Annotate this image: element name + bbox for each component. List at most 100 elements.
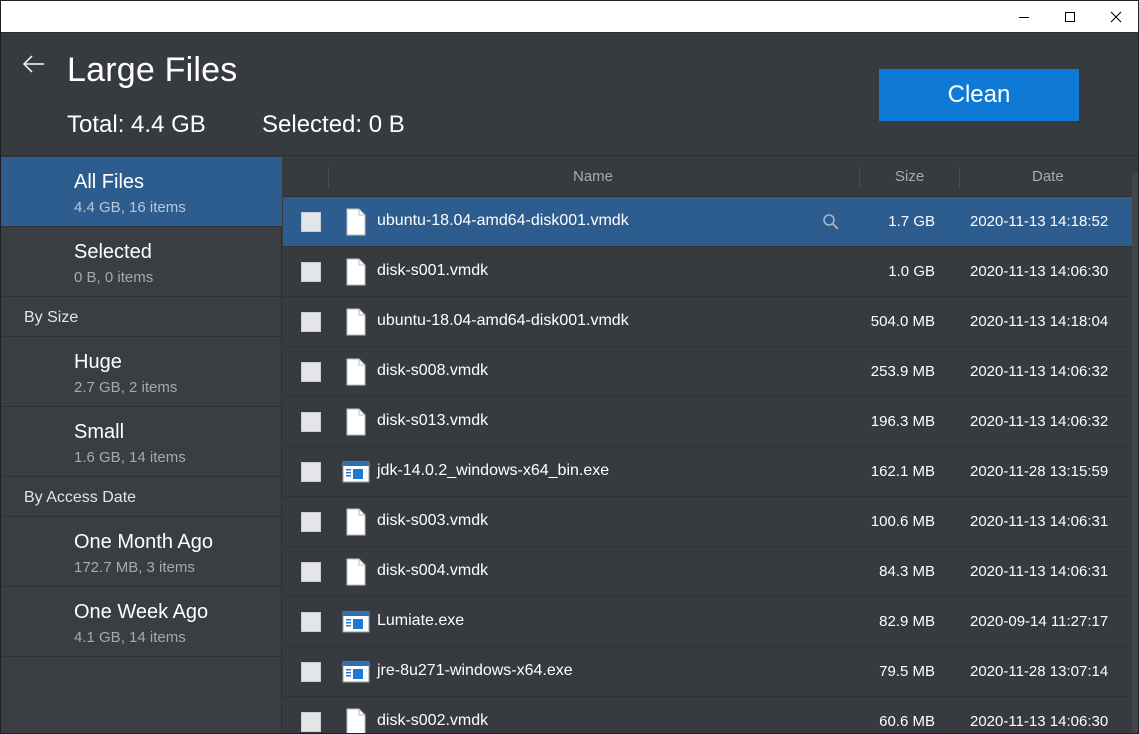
file-row[interactable]: disk-s001.vmdk 1.0 GB 2020-11-13 14:06:3… — [283, 247, 1138, 297]
sidebar-group-by-size: By Size — [1, 297, 282, 337]
back-arrow-icon — [22, 55, 44, 73]
sidebar-group-label: By Size — [24, 309, 79, 326]
selected-label: Selected: — [262, 111, 363, 138]
file-date: 2020-11-13 14:18:04 — [970, 313, 1109, 330]
title-bar — [1, 1, 1138, 33]
file-row[interactable]: disk-s004.vmdk 84.3 MB 2020-11-13 14:06:… — [283, 547, 1138, 597]
file-date: 2020-11-13 14:06:31 — [970, 563, 1109, 580]
row-checkbox[interactable] — [301, 562, 321, 582]
document-icon — [342, 358, 370, 386]
document-icon — [342, 258, 370, 286]
row-checkbox[interactable] — [301, 412, 321, 432]
file-row[interactable]: ubuntu-18.04-amd64-disk001.vmdk 1.7 GB 2… — [283, 197, 1138, 247]
file-name: Lumiate.exe — [377, 612, 465, 629]
file-list-header: Name Size Date — [283, 157, 1138, 197]
page-title: Large Files — [67, 51, 238, 89]
sidebar-item-one-week-ago[interactable]: One Week Ago 4.1 GB, 14 items — [1, 587, 282, 657]
file-date: 2020-11-13 14:06:31 — [970, 513, 1109, 530]
file-row[interactable]: jdk-14.0.2_windows-x64_bin.exe 162.1 MB … — [283, 447, 1138, 497]
file-row[interactable]: ubuntu-18.04-amd64-disk001.vmdk 504.0 MB… — [283, 297, 1138, 347]
document-icon — [342, 558, 370, 586]
file-row[interactable]: disk-s008.vmdk 253.9 MB 2020-11-13 14:06… — [283, 347, 1138, 397]
file-size: 84.3 MB — [879, 563, 935, 580]
selected-size-stat: Selected: 0 B — [262, 111, 405, 139]
file-date: 2020-11-13 14:06:30 — [970, 713, 1109, 730]
search-icon[interactable] — [822, 213, 840, 231]
document-icon — [342, 708, 370, 733]
sidebar-item-label: Small — [74, 421, 125, 443]
app-window: Large Files Total: 4.4 GB Selected: 0 B … — [0, 0, 1139, 734]
sidebar-group-label: By Access Date — [24, 489, 137, 506]
file-size: 79.5 MB — [879, 663, 935, 680]
executable-icon — [342, 658, 370, 686]
sidebar-item-summary: 1.6 GB, 14 items — [74, 449, 186, 466]
close-button[interactable] — [1093, 1, 1138, 33]
total-size-stat: Total: 4.4 GB — [67, 111, 206, 139]
sidebar-item-selected[interactable]: Selected 0 B, 0 items — [1, 227, 282, 297]
file-size: 253.9 MB — [870, 363, 935, 380]
column-header-size[interactable]: Size — [895, 168, 924, 185]
file-size: 1.7 GB — [888, 213, 935, 230]
file-row[interactable]: disk-s002.vmdk 60.6 MB 2020-11-13 14:06:… — [283, 697, 1138, 733]
column-divider[interactable] — [959, 167, 960, 189]
file-row[interactable]: jre-8u271-windows-x64.exe 79.5 MB 2020-1… — [283, 647, 1138, 697]
file-name: disk-s002.vmdk — [377, 712, 489, 729]
maximize-button[interactable] — [1047, 1, 1093, 33]
file-name: ubuntu-18.04-amd64-disk001.vmdk — [377, 312, 629, 329]
file-size: 504.0 MB — [870, 313, 935, 330]
document-icon — [342, 408, 370, 436]
sidebar-item-label: Huge — [74, 351, 122, 373]
row-checkbox[interactable] — [301, 612, 321, 632]
sidebar-item-huge[interactable]: Huge 2.7 GB, 2 items — [1, 337, 282, 407]
file-date: 2020-11-13 14:06:32 — [970, 413, 1109, 430]
file-size: 1.0 GB — [888, 263, 935, 280]
sidebar: All Files 4.4 GB, 16 items Selected 0 B,… — [1, 157, 282, 733]
back-button[interactable] — [19, 49, 49, 79]
sidebar-item-label: All Files — [74, 171, 145, 193]
row-checkbox[interactable] — [301, 212, 321, 232]
minimize-icon — [1019, 17, 1029, 18]
sidebar-group-by-access-date: By Access Date — [1, 477, 282, 517]
sidebar-item-summary: 2.7 GB, 2 items — [74, 379, 178, 396]
column-header-date[interactable]: Date — [1032, 168, 1064, 185]
sidebar-item-all-files[interactable]: All Files 4.4 GB, 16 items — [1, 157, 282, 227]
sidebar-item-summary: 0 B, 0 items — [74, 269, 154, 286]
vertical-scrollbar[interactable] — [1132, 173, 1138, 733]
file-date: 2020-11-28 13:07:14 — [970, 663, 1109, 680]
column-header-name[interactable]: Name — [573, 168, 613, 185]
document-icon — [342, 508, 370, 536]
total-label: Total: — [67, 111, 125, 138]
file-row[interactable]: disk-s003.vmdk 100.6 MB 2020-11-13 14:06… — [283, 497, 1138, 547]
document-icon — [342, 308, 370, 336]
row-checkbox[interactable] — [301, 362, 321, 382]
row-checkbox[interactable] — [301, 512, 321, 532]
sidebar-item-small[interactable]: Small 1.6 GB, 14 items — [1, 407, 282, 477]
clean-button[interactable]: Clean — [879, 69, 1079, 121]
sidebar-item-label: One Week Ago — [74, 601, 209, 623]
file-name: jdk-14.0.2_windows-x64_bin.exe — [377, 462, 610, 479]
minimize-button[interactable] — [1001, 1, 1047, 33]
file-size: 196.3 MB — [870, 413, 935, 430]
sidebar-item-summary: 4.1 GB, 14 items — [74, 629, 186, 646]
file-row[interactable]: disk-s013.vmdk 196.3 MB 2020-11-13 14:06… — [283, 397, 1138, 447]
close-icon — [1110, 11, 1122, 23]
selected-value: 0 B — [368, 111, 405, 138]
row-checkbox[interactable] — [301, 262, 321, 282]
row-checkbox[interactable] — [301, 312, 321, 332]
sidebar-item-one-month-ago[interactable]: One Month Ago 172.7 MB, 3 items — [1, 517, 282, 587]
file-row[interactable]: Lumiate.exe 82.9 MB 2020-09-14 11:27:17 — [283, 597, 1138, 647]
executable-icon — [342, 608, 370, 636]
executable-icon — [342, 458, 370, 486]
sidebar-item-label: One Month Ago — [74, 531, 213, 553]
file-date: 2020-11-13 14:06:30 — [970, 263, 1109, 280]
row-checkbox[interactable] — [301, 662, 321, 682]
sidebar-item-summary: 172.7 MB, 3 items — [74, 559, 195, 576]
file-date: 2020-09-14 11:27:17 — [970, 613, 1109, 630]
row-checkbox[interactable] — [301, 712, 321, 732]
column-divider[interactable] — [859, 167, 860, 189]
file-date: 2020-11-13 14:06:32 — [970, 363, 1109, 380]
column-divider[interactable] — [328, 167, 329, 189]
file-name: disk-s004.vmdk — [377, 562, 489, 579]
row-checkbox[interactable] — [301, 462, 321, 482]
document-icon — [342, 208, 370, 236]
